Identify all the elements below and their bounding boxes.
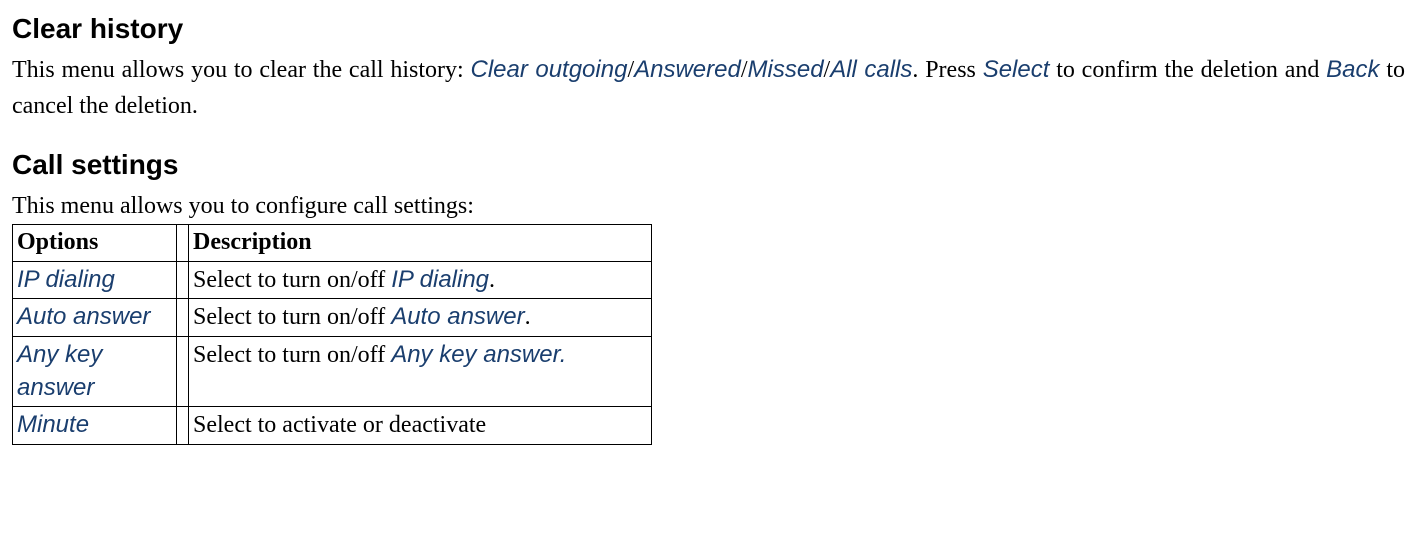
option-cell: Auto answer bbox=[13, 299, 177, 337]
table-row: Minute Select to activate or deactivate bbox=[13, 406, 652, 444]
text-fragment: Select to turn on/off bbox=[193, 342, 391, 368]
text-fragment: Select to turn on/off bbox=[193, 267, 391, 293]
description-cell: Select to turn on/off Auto answer. bbox=[189, 299, 652, 337]
call-settings-heading: Call settings bbox=[12, 144, 1405, 186]
table-row: Auto answer Select to turn on/off Auto a… bbox=[13, 299, 652, 337]
description-cell: Select to turn on/off IP dialing. bbox=[189, 261, 652, 299]
clear-history-paragraph: This menu allows you to clear the call h… bbox=[12, 52, 1405, 124]
separator: / bbox=[741, 57, 748, 83]
gap-cell bbox=[177, 406, 189, 444]
description-cell: Select to activate or deactivate bbox=[189, 406, 652, 444]
option-cell: Minute bbox=[13, 406, 177, 444]
text-fragment: . bbox=[489, 267, 495, 293]
header-gap bbox=[177, 225, 189, 262]
text-fragment: . Press bbox=[912, 57, 982, 83]
text-fragment: . bbox=[525, 304, 531, 330]
table-row: Any key answer Select to turn on/off Any… bbox=[13, 336, 652, 406]
clear-history-heading: Clear history bbox=[12, 8, 1405, 50]
text-fragment: Select to activate or deactivate bbox=[193, 412, 486, 438]
text-fragment: to confirm the deletion and bbox=[1049, 57, 1326, 83]
option-answered: Answered bbox=[634, 56, 741, 83]
option-missed: Missed bbox=[748, 56, 824, 83]
gap-cell bbox=[177, 336, 189, 406]
text-fragment: Select to turn on/off bbox=[193, 304, 391, 330]
option-clear-outgoing: Clear outgoing bbox=[471, 56, 628, 83]
header-description: Description bbox=[189, 225, 652, 262]
text-fragment: . bbox=[560, 341, 567, 368]
table-header-row: Options Description bbox=[13, 225, 652, 262]
table-row: IP dialing Select to turn on/off IP dial… bbox=[13, 261, 652, 299]
softkey-back: Back bbox=[1326, 56, 1379, 83]
description-cell: Select to turn on/off Any key answer. bbox=[189, 336, 652, 406]
option-cell: IP dialing bbox=[13, 261, 177, 299]
gap-cell bbox=[177, 299, 189, 337]
emphasis: Auto answer bbox=[391, 303, 524, 330]
call-settings-table: Options Description IP dialing Select to… bbox=[12, 224, 652, 445]
emphasis: IP dialing bbox=[391, 266, 489, 293]
gap-cell bbox=[177, 261, 189, 299]
text-fragment: This menu allows you to clear the call h… bbox=[12, 57, 471, 83]
call-settings-intro: This menu allows you to configure call s… bbox=[12, 188, 1405, 224]
emphasis: Any key answer bbox=[391, 341, 560, 368]
option-all-calls: All calls bbox=[830, 56, 912, 83]
header-options: Options bbox=[13, 225, 177, 262]
option-cell: Any key answer bbox=[13, 336, 177, 406]
softkey-select: Select bbox=[983, 56, 1050, 83]
